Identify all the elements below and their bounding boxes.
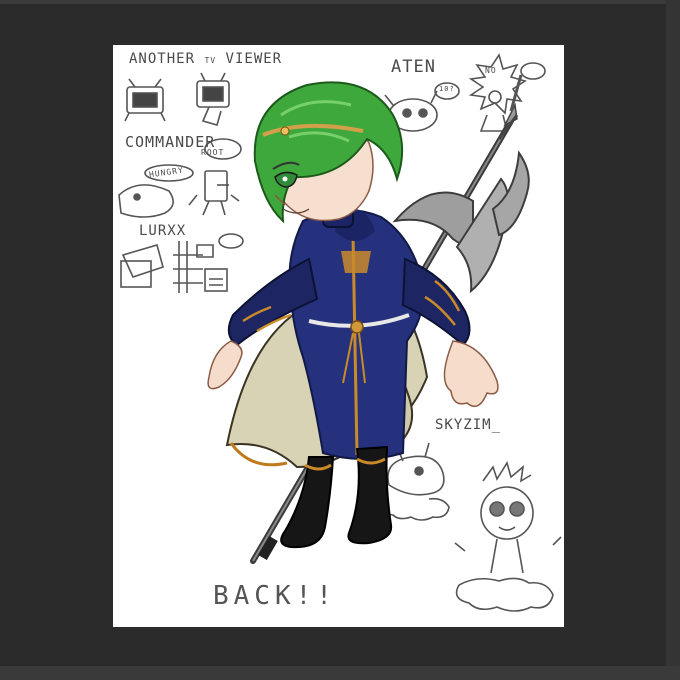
lurxx-doodle — [120, 233, 244, 293]
label-lurxx: LURXX — [139, 223, 187, 239]
frame-bottom-edge — [0, 666, 680, 680]
frame-top-edge — [0, 0, 680, 4]
right-boot — [347, 445, 393, 545]
drawing-canvas: ANOTHER TV VIEWER ATEN NO 10? COMMANDER … — [113, 45, 564, 627]
label-ten: 10? — [439, 85, 455, 93]
label-root: ROOT — [201, 148, 225, 157]
label-back: BACK!! — [213, 581, 337, 611]
spiky-face-doodle — [454, 461, 562, 612]
label-another-tv-viewer: ANOTHER TV VIEWER — [129, 51, 282, 67]
label-viewer: VIEWER — [225, 51, 283, 67]
right-hand — [443, 340, 499, 408]
tv-viewer-doodle — [124, 72, 230, 126]
frame-right-edge — [666, 0, 680, 680]
label-aten: ATEN — [391, 57, 436, 77]
label-skyzim: SKYZIM_ — [435, 417, 502, 433]
label-another: ANOTHER — [129, 51, 196, 67]
label-no: NO — [485, 66, 497, 75]
label-tv: TV — [204, 56, 217, 65]
app-frame: ANOTHER TV VIEWER ATEN NO 10? COMMANDER … — [0, 0, 680, 680]
left-hand — [207, 340, 243, 390]
chibi-character — [207, 74, 530, 564]
